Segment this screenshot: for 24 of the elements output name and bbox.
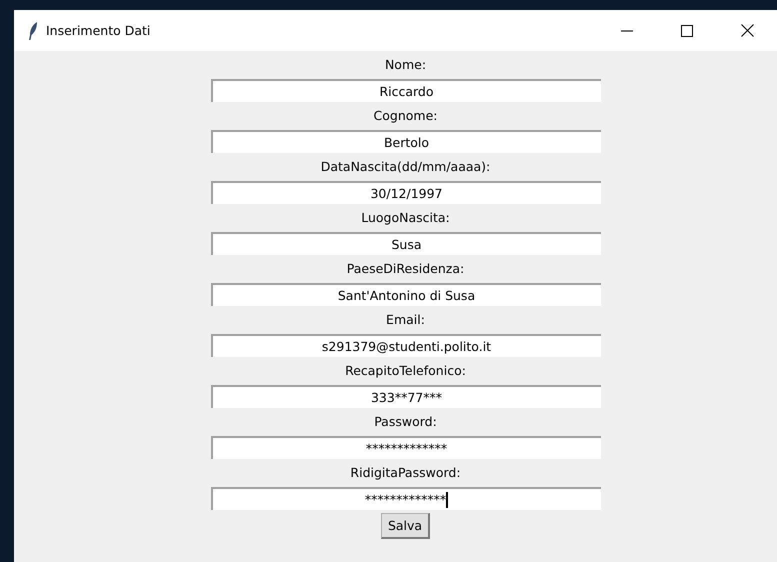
field-label: Password:: [374, 413, 437, 431]
window-title: Inserimento Dati: [46, 23, 152, 38]
field-label: RidigitaPassword:: [350, 464, 461, 482]
field-label: Cognome:: [374, 107, 438, 125]
feather-icon: [28, 22, 38, 40]
field-label: LuogoNascita:: [361, 209, 450, 227]
input-field[interactable]: Sant'Antonino di Susa: [210, 283, 600, 306]
input-field[interactable]: Riccardo: [210, 79, 600, 102]
field-label: Nome:: [384, 56, 426, 74]
maximize-icon: [681, 24, 693, 36]
input-field[interactable]: 30/12/1997: [210, 181, 600, 204]
input-field[interactable]: Bertolo: [210, 130, 600, 153]
minimize-icon: [621, 30, 633, 32]
input-field[interactable]: s291379@studenti.polito.it: [210, 334, 600, 357]
field-label: PaeseDiResidenza:: [346, 260, 464, 278]
input-field[interactable]: *************: [210, 436, 600, 459]
input-field[interactable]: *************: [210, 487, 600, 510]
input-field[interactable]: Susa: [210, 232, 600, 255]
field-label: DataNascita(dd/mm/aaaa):: [320, 158, 490, 176]
close-icon: [740, 24, 754, 37]
field-label: RecapitoTelefonico:: [345, 362, 466, 380]
field-label: Email:: [386, 311, 425, 329]
input-field[interactable]: 333**77***: [210, 385, 600, 408]
save-button[interactable]: Salva: [380, 513, 430, 539]
